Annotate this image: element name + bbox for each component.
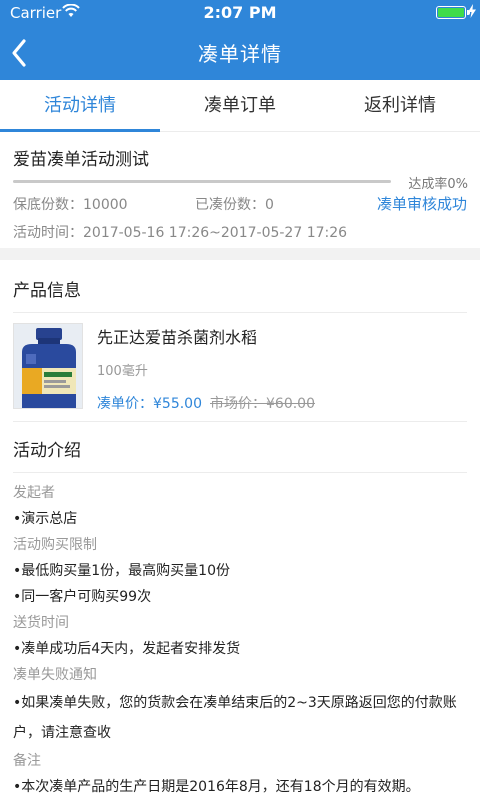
status-time: 2:07 PM	[203, 3, 277, 22]
tab-activity-details[interactable]: 活动详情	[0, 80, 160, 132]
product-bottle-illustration	[14, 324, 82, 408]
joined-label: 已凑份数：	[195, 197, 265, 213]
group-price-value: ¥55.00	[153, 396, 202, 412]
section-gap	[0, 248, 480, 260]
market-price-value: ¥60.00	[266, 396, 315, 412]
tab-group-orders[interactable]: 凑单订单	[160, 80, 320, 131]
activity-time-value: 2017-05-16 17:26~2017-05-27 17:26	[83, 225, 348, 241]
intro-label-purchase-limit: 活动购买限制	[13, 537, 97, 553]
product-section-title: 产品信息	[13, 281, 81, 301]
market-price: 市场价：¥60.00	[210, 396, 315, 412]
intro-section-title: 活动介绍	[13, 441, 81, 461]
activity-summary: 爱苗凑单活动测试 达成率0% 保底份数：10000 已凑份数：0 凑单审核成功 …	[0, 133, 480, 248]
intro-item: •凑单成功后4天内，发起者安排发货	[13, 641, 241, 657]
quota-label: 保底份数：	[13, 197, 83, 213]
app-header: Carrier 2:07 PM 凑单详情	[0, 0, 480, 80]
activity-time-row: 活动时间：2017-05-16 17:26~2017-05-27 17:26	[13, 222, 347, 242]
divider	[13, 312, 467, 313]
progress-bar	[13, 180, 391, 183]
activity-name: 爱苗凑单活动测试	[13, 150, 149, 170]
intro-label-delivery-time: 送货时间	[13, 615, 69, 631]
completion-rate-value: 0%	[447, 177, 468, 192]
intro-label-failure-notice: 凑单失败通知	[13, 667, 97, 683]
intro-content: 发起者 •演示总店 活动购买限制 •最低购买量1份，最高购买量10份 •同一客户…	[13, 480, 468, 800]
status-bar: Carrier 2:07 PM	[0, 0, 480, 26]
completion-rate-label: 达成率	[408, 177, 448, 192]
tab-bar: 活动详情 凑单订单 返利详情	[0, 80, 480, 132]
product-name[interactable]: 先正达爱苗杀菌剂水稻	[97, 324, 257, 348]
battery-icon	[436, 6, 470, 19]
charging-bolt-icon	[468, 4, 476, 18]
intro-item: •本次凑单产品的生产日期是2016年8月，还有18个月的有效期。	[13, 779, 420, 795]
quota-value: 10000	[83, 197, 128, 213]
activity-time-label: 活动时间：	[13, 225, 83, 241]
page-title: 凑单详情	[198, 42, 282, 66]
joined-row: 已凑份数：0	[195, 194, 274, 214]
review-status[interactable]: 凑单审核成功	[377, 193, 467, 214]
tab-rebate-details[interactable]: 返利详情	[320, 80, 480, 131]
market-price-label: 市场价：	[210, 396, 266, 412]
intro-item: •如果凑单失败，您的货款会在凑单结束后的2~3天原路返回您的付款账户，请注意查收	[13, 695, 457, 741]
completion-rate: 达成率0%	[408, 173, 468, 192]
product-price-row: 凑单价：¥55.00 市场价：¥60.00	[97, 393, 315, 413]
group-price-label: 凑单价：	[97, 396, 153, 412]
intro-item: •同一客户可购买99次	[13, 589, 152, 605]
divider	[13, 421, 467, 422]
nav-bar: 凑单详情	[0, 26, 480, 80]
product-spec: 100毫升	[97, 364, 148, 379]
intro-item: •最低购买量1份，最高购买量10份	[13, 563, 230, 579]
quota-row: 保底份数：10000	[13, 194, 128, 214]
intro-item: •演示总店	[13, 511, 78, 527]
intro-label-remarks: 备注	[13, 753, 41, 769]
joined-value: 0	[265, 197, 274, 213]
product-image[interactable]	[13, 323, 83, 409]
divider	[13, 472, 467, 473]
intro-label-initiator: 发起者	[13, 485, 55, 501]
